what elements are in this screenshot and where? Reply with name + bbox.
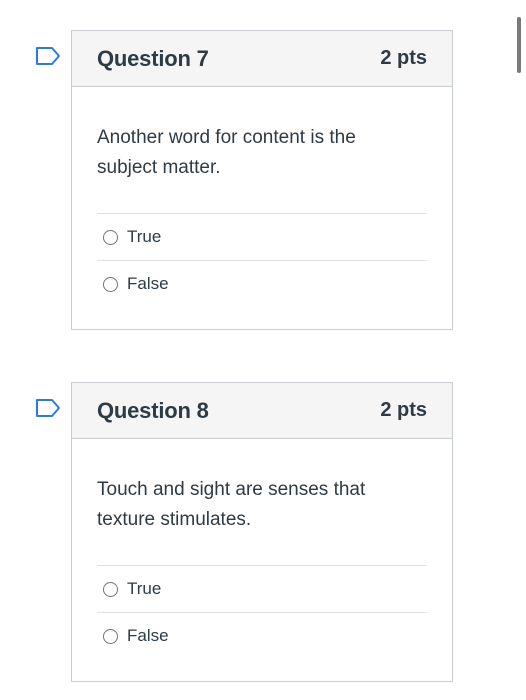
- answer-label[interactable]: False: [127, 274, 169, 294]
- scrollbar-thumb[interactable]: [517, 17, 521, 73]
- answer-list: True False: [97, 213, 427, 307]
- question-card-8: Question 8 2 pts Touch and sight are sen…: [71, 382, 453, 682]
- radio-unselected-icon[interactable]: [103, 276, 118, 292]
- answer-list: True False: [97, 565, 427, 659]
- question-text: Touch and sight are senses that texture …: [97, 479, 366, 530]
- answer-label[interactable]: True: [127, 227, 161, 247]
- question-header: Question 8 2 pts: [72, 383, 452, 439]
- question-points: 2 pts: [380, 47, 427, 69]
- answer-option-false[interactable]: False: [97, 613, 427, 659]
- question-body: Another word for content is the subject …: [72, 87, 452, 307]
- question-title: Question 7: [97, 45, 209, 71]
- flag-question-7-icon[interactable]: [35, 46, 61, 66]
- flag-question-8-icon[interactable]: [35, 398, 61, 418]
- question-body: Touch and sight are senses that texture …: [72, 439, 452, 659]
- quiz-page: Question 7 2 pts Another word for conten…: [0, 0, 526, 700]
- answer-option-true[interactable]: True: [97, 566, 427, 613]
- radio-unselected-icon[interactable]: [103, 628, 118, 644]
- question-header: Question 7 2 pts: [72, 31, 452, 87]
- question-text: Another word for content is the subject …: [97, 127, 356, 178]
- answer-option-true[interactable]: True: [97, 214, 427, 261]
- answer-label[interactable]: True: [127, 579, 161, 599]
- question-card-7: Question 7 2 pts Another word for conten…: [71, 30, 453, 330]
- radio-unselected-icon[interactable]: [103, 581, 118, 597]
- answer-label[interactable]: False: [127, 626, 169, 646]
- question-title: Question 8: [97, 397, 209, 423]
- answer-option-false[interactable]: False: [97, 261, 427, 307]
- radio-unselected-icon[interactable]: [103, 229, 118, 245]
- question-points: 2 pts: [380, 399, 427, 421]
